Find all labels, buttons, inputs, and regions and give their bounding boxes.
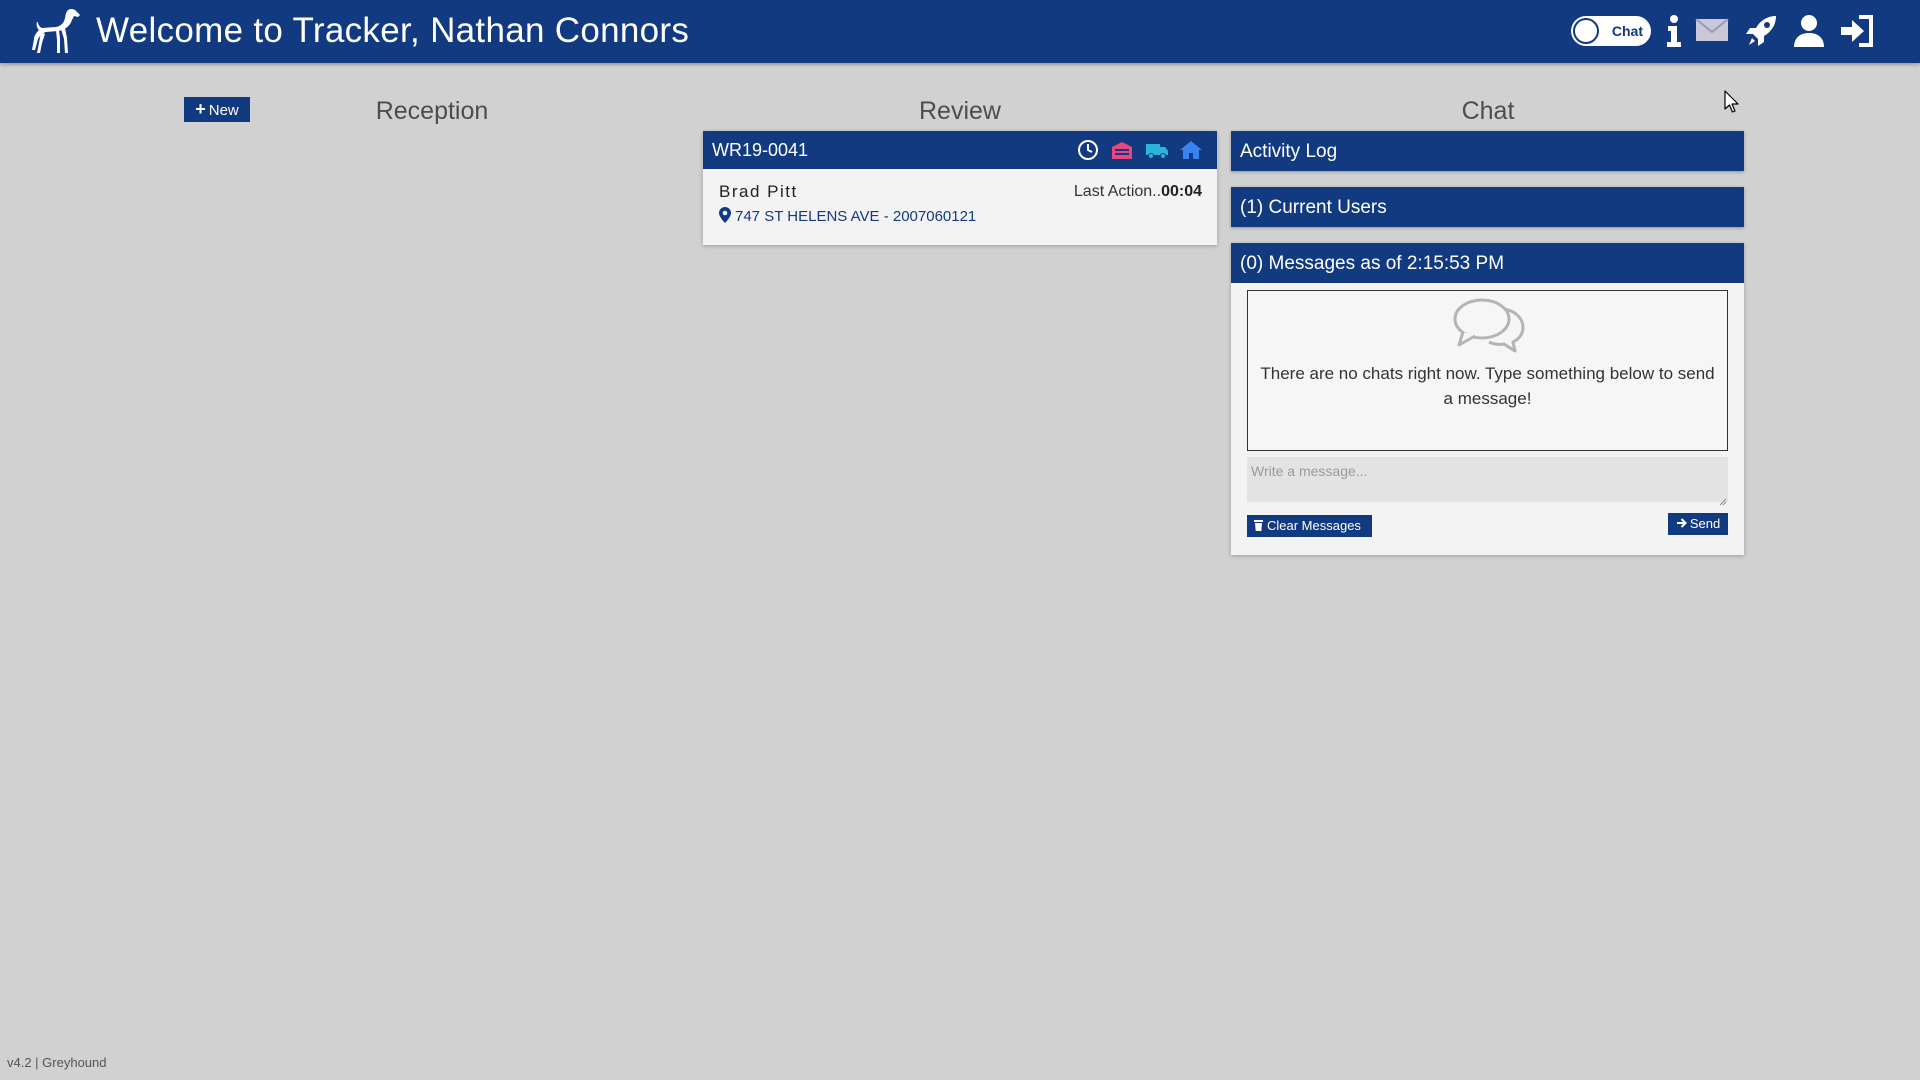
user-icon[interactable] [1790,12,1828,50]
send-button[interactable]: Send [1668,513,1728,535]
chat-column-title: Chat [1461,97,1515,125]
clear-messages-button[interactable]: Clear Messages [1247,515,1372,537]
chat-toggle[interactable]: Chat [1571,16,1651,46]
activity-log-bar[interactable]: Activity Log [1231,131,1744,171]
work-order-id: WR19-0041 [712,140,809,160]
version-footer: v4.2 | Greyhound [7,1055,107,1070]
messages-bar[interactable]: (0) Messages as of 2:15:53 PM [1231,243,1744,283]
top-navbar: Welcome to Tracker, Nathan Connors Chat [0,0,1920,63]
dog-logo-icon[interactable] [28,6,82,56]
message-input[interactable] [1247,457,1728,502]
clear-messages-label: Clear Messages [1267,518,1361,533]
review-column-title: Review [919,97,1001,125]
mouse-cursor-icon [1724,90,1740,114]
card-header: WR19-0041 [703,131,1217,169]
info-icon[interactable] [1655,12,1693,50]
sign-out-icon[interactable] [1838,12,1876,50]
messages-label: (0) Messages as of 2:15:53 PM [1240,253,1505,274]
address-text: 747 ST HELENS AVE - 2007060121 [735,208,977,225]
chat-bubbles-icon [1449,295,1529,355]
empty-chat-message: There are no chats right now. Type somet… [1260,364,1715,408]
envelope-icon[interactable] [1693,12,1731,50]
reception-column-title: Reception [375,97,489,125]
chat-toggle-label: Chat [1611,23,1643,39]
current-users-label: (1) Current Users [1240,197,1387,218]
trash-icon [1253,516,1264,531]
clock-icon[interactable] [1076,138,1100,162]
current-users-bar[interactable]: (1) Current Users [1231,187,1744,227]
map-marker-icon [719,207,731,223]
textarea-resize-icon[interactable] [1719,493,1727,506]
card-address[interactable]: 747 ST HELENS AVE - 2007060121 [719,207,976,226]
messages-panel: There are no chats right now. Type somet… [1231,283,1744,555]
home-icon[interactable] [1179,138,1203,162]
garage-icon[interactable] [1110,138,1134,162]
arrow-right-icon [1676,514,1687,528]
last-action-label: Last Action.. [1073,183,1162,200]
last-action: Last Action..00:04 [1074,182,1202,202]
customer-name: Brad Pitt [719,182,798,201]
rocket-icon[interactable] [1743,12,1781,50]
send-label: Send [1689,516,1721,531]
review-card[interactable]: WR19-0041 Brad Pitt Last Action..00:04 7… [703,131,1217,245]
last-action-time: 00:04 [1161,183,1202,200]
chat-empty-state: There are no chats right now. Type somet… [1247,290,1728,451]
activity-log-label: Activity Log [1240,141,1338,162]
status-icons [1070,138,1203,162]
truck-icon[interactable] [1145,138,1169,162]
app-title: Welcome to Tracker, Nathan Connors [96,11,690,50]
toggle-knob [1573,18,1599,44]
